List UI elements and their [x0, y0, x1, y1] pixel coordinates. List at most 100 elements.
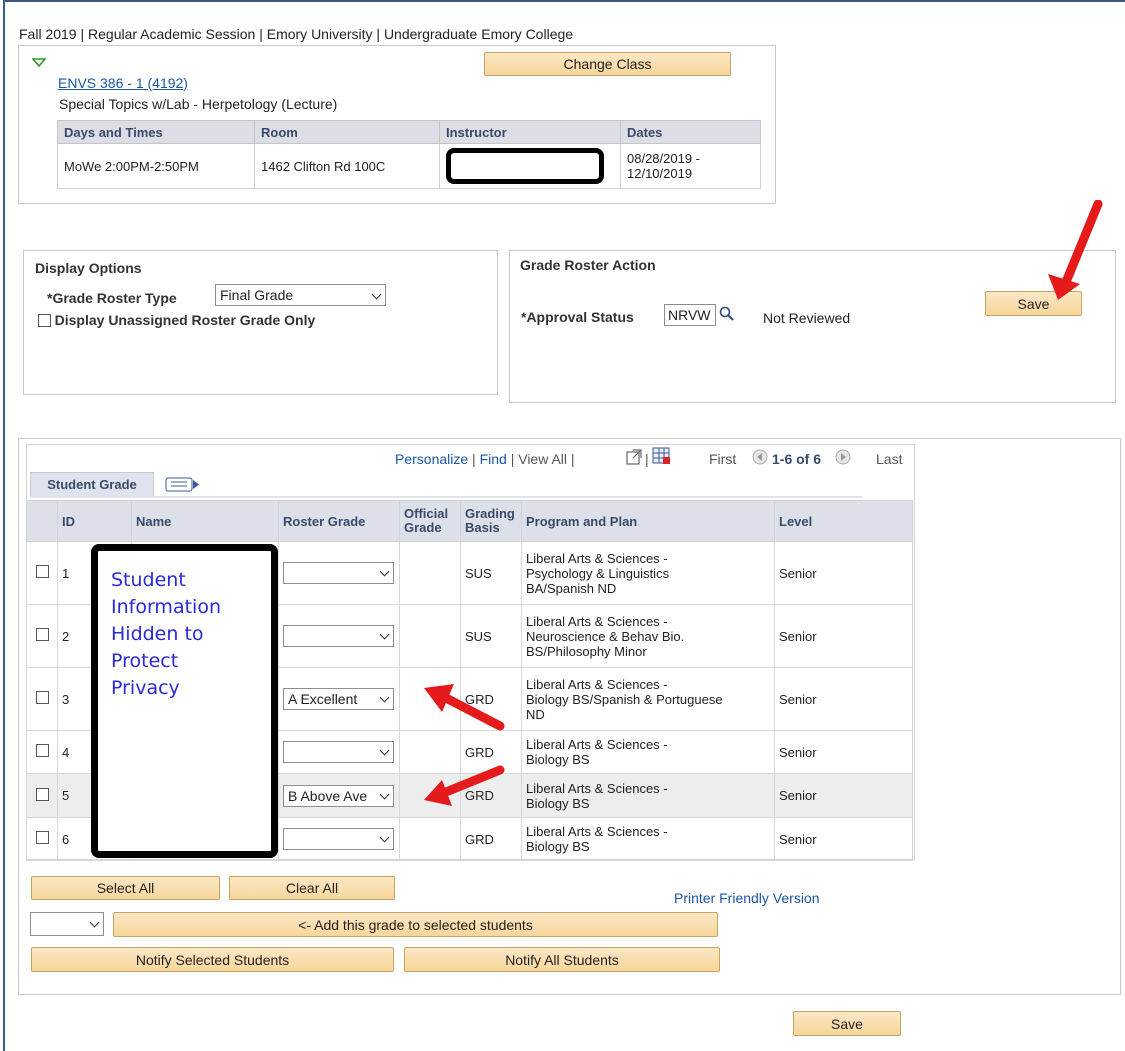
chevron-down-icon: [379, 789, 390, 799]
roster-grade-select[interactable]: B Above Ave: [283, 784, 394, 807]
level: Senior: [774, 817, 913, 861]
col-level: Level: [774, 500, 913, 542]
annotation-arrow-grade-a: [424, 684, 505, 731]
roster-grade-select[interactable]: [283, 828, 394, 850]
show-all-columns-icon[interactable]: [165, 477, 201, 493]
row-checkbox[interactable]: [35, 628, 49, 641]
row-checkbox[interactable]: [35, 831, 49, 844]
level: Senior: [774, 541, 913, 605]
roster-grade-cell: A Excellent: [278, 667, 400, 731]
roster-grade-select[interactable]: [283, 741, 394, 763]
lookup-search-icon[interactable]: [719, 306, 735, 322]
row-select-cell: [26, 541, 58, 605]
find-link[interactable]: Find: [480, 451, 507, 467]
row-checkbox[interactable]: [35, 565, 49, 578]
col-dates: Dates: [620, 120, 761, 144]
privacy-note: Student Information Hidden to Protect Privac…: [111, 567, 221, 702]
course-title: Special Topics w/Lab - Herpetology (Lect…: [59, 96, 338, 112]
chevron-down-icon: [89, 917, 100, 928]
class-days: MoWe 2:00PM-2:50PM: [57, 143, 255, 189]
program-plan: Liberal Arts & Sciences - Biology BS/Span…: [521, 667, 775, 731]
row-checkbox[interactable]: [35, 691, 49, 704]
add-grade-button[interactable]: <- Add this grade to selected students: [113, 912, 718, 937]
next-page-icon[interactable]: [835, 449, 851, 465]
frame-left-border: [3, 0, 5, 1051]
page-range: 1-6 of 6: [772, 451, 822, 467]
official-grade: [399, 604, 461, 668]
privacy-note-line: Privacy: [111, 677, 180, 699]
roster-grade-cell: [278, 730, 400, 774]
privacy-note-line: Hidden to: [111, 623, 204, 645]
unassigned-checkbox[interactable]: [38, 314, 51, 327]
class-dates: 08/28/2019 - 12/10/2019: [620, 143, 761, 189]
row-checkbox[interactable]: [35, 744, 49, 757]
level: Senior: [774, 667, 913, 731]
row-checkbox[interactable]: [35, 787, 49, 801]
chevron-down-icon: [379, 745, 390, 756]
roster-grade-select[interactable]: [283, 625, 394, 647]
level: Senior: [774, 730, 913, 774]
clear-all-button[interactable]: Clear All: [229, 876, 395, 900]
program-plan: Liberal Arts & Sciences - Biology BS: [521, 773, 775, 818]
official-grade: [399, 541, 461, 605]
privacy-note-line: Information: [111, 596, 221, 618]
row-select-cell: [26, 730, 58, 774]
grading-basis: SUS: [460, 604, 522, 668]
col-select: [26, 500, 58, 542]
roster-grade-cell: [278, 604, 400, 668]
redacted-instructor: [446, 148, 604, 184]
select-all-button[interactable]: Select All: [31, 876, 220, 900]
change-class-button[interactable]: Change Class: [484, 52, 731, 76]
col-name: Name: [131, 500, 279, 542]
class-room: 1462 Clifton Rd 100C: [254, 143, 440, 189]
chevron-down-icon: [379, 692, 390, 703]
notify-all-button[interactable]: Notify All Students: [404, 947, 720, 972]
chevron-down-icon: [379, 629, 390, 640]
col-grading-basis: Grading Basis: [460, 500, 522, 542]
chevron-down-icon: [379, 566, 390, 577]
collapse-triangle-icon[interactable]: [32, 58, 46, 68]
level: Senior: [774, 773, 913, 818]
view-all-link[interactable]: View All: [518, 451, 567, 467]
roster-type-select[interactable]: Final Grade: [215, 284, 386, 306]
roster-grade-select[interactable]: [283, 562, 394, 584]
official-grade: [399, 817, 461, 861]
class-schedule-table: Days and Times Room Instructor Dates MoW…: [57, 120, 761, 189]
annotation-arrow-save: [1048, 200, 1103, 300]
personalize-link[interactable]: Personalize: [395, 451, 468, 467]
col-id: ID: [57, 500, 132, 542]
grid-nav-links: Personalize | Find | View All |: [395, 451, 575, 467]
approval-status-input[interactable]: NRVW: [664, 304, 716, 326]
prev-page-icon[interactable]: [752, 449, 768, 465]
col-program-plan: Program and Plan: [521, 500, 775, 542]
tab-underline: [30, 496, 862, 498]
printer-friendly-link[interactable]: Printer Friendly Version: [674, 890, 820, 906]
last-link[interactable]: Last: [876, 451, 902, 467]
first-link[interactable]: First: [709, 451, 736, 467]
roster-grade-cell: [278, 817, 400, 861]
new-window-icon[interactable]: [625, 448, 643, 466]
notify-selected-button[interactable]: Notify Selected Students: [31, 947, 394, 972]
privacy-note-line: Protect: [111, 650, 179, 672]
program-plan: Liberal Arts & Sciences - Neuroscience & …: [521, 604, 775, 668]
tab-student-grade[interactable]: Student Grade: [30, 472, 154, 496]
grade-to-apply-select[interactable]: [30, 912, 104, 936]
unassigned-checkbox-row[interactable]: Display Unassigned Roster Grade Only: [38, 312, 315, 330]
program-plan: Liberal Arts & Sciences - Biology BS: [521, 730, 775, 774]
roster-type-label: *Grade Roster Type: [47, 290, 177, 306]
row-select-cell: [26, 667, 58, 731]
level: Senior: [774, 604, 913, 668]
grading-basis: SUS: [460, 541, 522, 605]
course-link[interactable]: ENVS 386 - 1 (4192): [58, 75, 188, 91]
grade-action-title: Grade Roster Action: [520, 257, 656, 273]
roster-grade-select[interactable]: A Excellent: [283, 688, 394, 710]
grading-basis: GRD: [460, 817, 522, 861]
approval-status-desc: Not Reviewed: [763, 310, 851, 326]
privacy-note-line: Student: [111, 569, 186, 591]
chevron-down-icon: [371, 289, 382, 300]
col-room: Room: [254, 120, 440, 144]
download-grid-icon[interactable]: [652, 447, 672, 465]
roster-grade-cell: B Above Ave: [278, 773, 400, 818]
save-button-bottom[interactable]: Save: [793, 1011, 901, 1036]
row-select-cell: [26, 604, 58, 668]
